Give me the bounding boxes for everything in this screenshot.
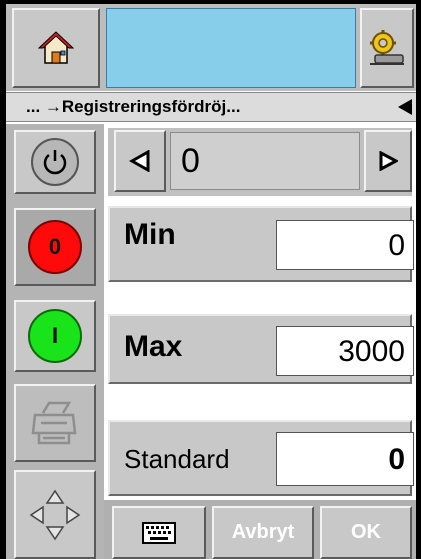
power-icon [31,138,79,186]
max-row: Max 3000 [108,314,414,384]
settings-button[interactable] [360,8,414,88]
breadcrumb-path: Registreringsfördröj... [61,97,241,116]
settings-icon [370,30,404,65]
breadcrumb: ... →Registreringsfördröj... [6,92,416,122]
frame-edge [416,0,421,559]
cancel-button[interactable]: Avbryt [212,506,314,559]
start-button[interactable]: I [14,300,96,372]
max-field[interactable]: 3000 [276,326,414,376]
decrement-button[interactable] [114,130,166,192]
navigation-button[interactable] [14,470,96,559]
home-icon [38,31,74,64]
arrow-right-icon [379,151,398,171]
stop-icon: 0 [28,220,82,274]
back-arrow-icon[interactable] [398,99,412,115]
standard-label: Standard [124,444,230,474]
increment-button[interactable] [364,130,412,192]
home-button[interactable] [12,8,100,88]
standard-row: Standard 0 [108,420,414,496]
power-button[interactable] [14,130,96,194]
navigation-icon [29,489,81,540]
max-label: Max [124,330,183,363]
start-icon: I [28,309,82,363]
min-row: Min 0 [108,206,414,282]
printer-icon [31,401,77,445]
stop-button[interactable]: 0 [14,208,96,286]
min-label: Min [124,218,176,251]
keyboard-button[interactable] [112,506,206,559]
standard-field[interactable]: 0 [276,432,414,486]
value-display: 0 [170,132,360,190]
ok-button[interactable]: OK [320,506,412,559]
min-field[interactable]: 0 [276,220,414,270]
arrow-left-icon [129,150,150,172]
keyboard-icon [142,521,176,544]
breadcrumb-prefix: ... → [26,97,62,116]
status-display [106,8,356,88]
printer-button[interactable] [14,384,96,462]
